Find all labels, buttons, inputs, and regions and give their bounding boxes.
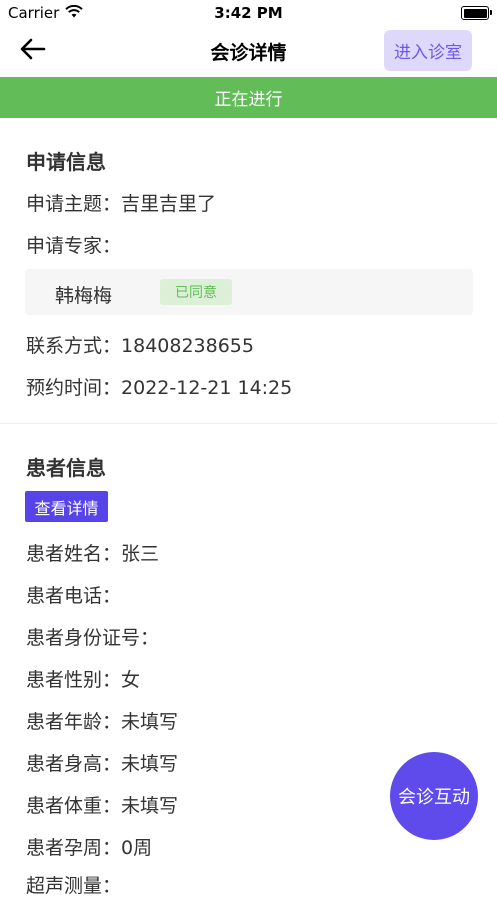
patient-age-row: 患者年龄：未填写: [26, 707, 178, 734]
consultation-interaction-button[interactable]: 会诊互动: [390, 752, 478, 840]
expert-name: 韩梅梅: [55, 285, 113, 307]
subject-label: 申请主题：: [26, 193, 122, 215]
expert-label: 申请专家：: [26, 235, 122, 257]
patient-weight-row: 患者体重：未填写: [26, 791, 178, 818]
patient-weight-value: 未填写: [121, 795, 179, 817]
appointment-row: 预约时间：2022-12-21 14:25: [26, 373, 292, 400]
patient-age-label: 患者年龄：: [26, 711, 122, 733]
subject-row: 申请主题：吉里吉里了: [26, 189, 216, 216]
patient-height-value: 未填写: [121, 753, 179, 775]
enter-room-button[interactable]: 进入诊室: [384, 30, 472, 71]
patient-name-value: 张三: [121, 543, 160, 565]
patient-phone-row: 患者电话：: [26, 581, 121, 608]
clock: 3:42 PM: [214, 4, 283, 22]
patient-id-row: 患者身份证号：: [26, 623, 159, 650]
status-bar: Carrier 3:42 PM: [0, 0, 497, 26]
patient-gender-label: 患者性别：: [26, 669, 122, 691]
expert-card: 韩梅梅 已同意: [25, 269, 473, 315]
contact-label: 联系方式：: [26, 335, 122, 357]
section-divider: [0, 423, 497, 424]
contact-value: 18408238655: [121, 335, 254, 357]
patient-age-value: 未填写: [121, 711, 179, 733]
patient-weight-label: 患者体重：: [26, 795, 122, 817]
subject-value: 吉里吉里了: [121, 193, 217, 215]
status-banner: 正在进行: [0, 77, 497, 118]
appointment-label: 预约时间：: [26, 377, 122, 399]
expert-status-badge: 已同意: [160, 279, 232, 305]
patient-gestation-row: 患者孕周：0周: [26, 833, 152, 860]
patient-gender-value: 女: [121, 669, 141, 691]
patient-gender-row: 患者性别：女: [26, 665, 140, 692]
patient-height-row: 患者身高：未填写: [26, 749, 178, 776]
battery-icon: [461, 6, 492, 20]
expert-row: 申请专家：: [26, 231, 121, 258]
patient-name-label: 患者姓名：: [26, 543, 122, 565]
patient-gestation-label: 患者孕周：: [26, 837, 122, 859]
ultrasound-label: 超声测量：: [26, 875, 122, 897]
patient-name-row: 患者姓名：张三: [26, 539, 159, 566]
application-section-title: 申请信息: [26, 150, 106, 174]
patient-section-title: 患者信息: [26, 456, 106, 480]
nav-bar: 会诊详情 进入诊室: [0, 26, 497, 76]
patient-phone-label: 患者电话：: [26, 585, 122, 607]
ultrasound-row: 超声测量：: [26, 871, 121, 898]
patient-height-label: 患者身高：: [26, 753, 122, 775]
view-details-button[interactable]: 查看详情: [25, 491, 108, 522]
appointment-value: 2022-12-21 14:25: [121, 377, 293, 399]
contact-row: 联系方式：18408238655: [26, 331, 254, 358]
patient-id-label: 患者身份证号：: [26, 627, 160, 649]
patient-gestation-value: 0周: [121, 837, 153, 859]
